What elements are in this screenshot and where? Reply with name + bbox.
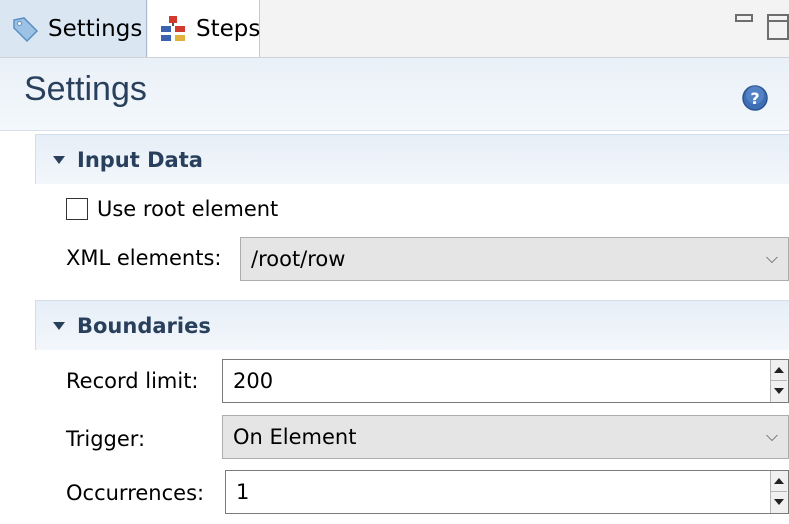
tab-settings-label: Settings [48,15,143,42]
record-limit-spinner[interactable]: 200 [222,359,789,403]
occurrences-value: 1 [236,480,250,504]
section-boundaries[interactable]: Boundaries [35,300,789,350]
section-input-data-title: Input Data [77,147,203,172]
section-boundaries-title: Boundaries [77,313,211,338]
steps-icon [158,14,188,44]
record-limit-stepper[interactable] [770,360,788,402]
collapse-triangle-icon [53,155,65,164]
tag-icon [10,14,40,44]
trigger-select[interactable]: On Element ⌵ [222,415,789,459]
collapse-triangle-icon [53,321,65,330]
use-root-element-checkbox[interactable] [66,198,88,220]
use-root-element-label: Use root element [97,197,279,221]
occurrences-spinner[interactable]: 1 [225,470,789,514]
trigger-label: Trigger: [66,427,146,451]
view-tab-bar: Settings Steps [0,0,789,58]
chevron-down-icon: ⌵ [765,426,778,445]
page-title: Settings [24,70,147,108]
section-input-data[interactable]: Input Data [35,134,789,184]
trigger-value: On Element [233,425,357,449]
occurrences-label: Occurrences: [66,481,205,505]
xml-elements-select[interactable]: /root/row ⌵ [240,237,789,281]
increment-arrow-icon[interactable] [771,471,787,492]
form-header: Settings ? [0,58,789,131]
tab-steps-label: Steps [196,15,261,42]
tab-settings[interactable]: Settings [0,0,147,57]
svg-text:?: ? [750,89,759,108]
minimize-button[interactable] [735,14,753,22]
occurrences-stepper[interactable] [770,471,788,513]
record-limit-label: Record limit: [66,369,199,393]
tab-steps[interactable]: Steps [148,0,260,57]
increment-arrow-icon[interactable] [771,360,787,381]
xml-elements-value: /root/row [251,247,346,271]
decrement-arrow-icon[interactable] [771,381,787,401]
xml-elements-label: XML elements: [66,246,222,270]
maximize-button[interactable] [767,14,789,40]
chevron-down-icon: ⌵ [765,248,778,267]
record-limit-value: 200 [233,369,274,393]
help-icon[interactable]: ? [741,84,769,112]
decrement-arrow-icon[interactable] [771,492,787,512]
